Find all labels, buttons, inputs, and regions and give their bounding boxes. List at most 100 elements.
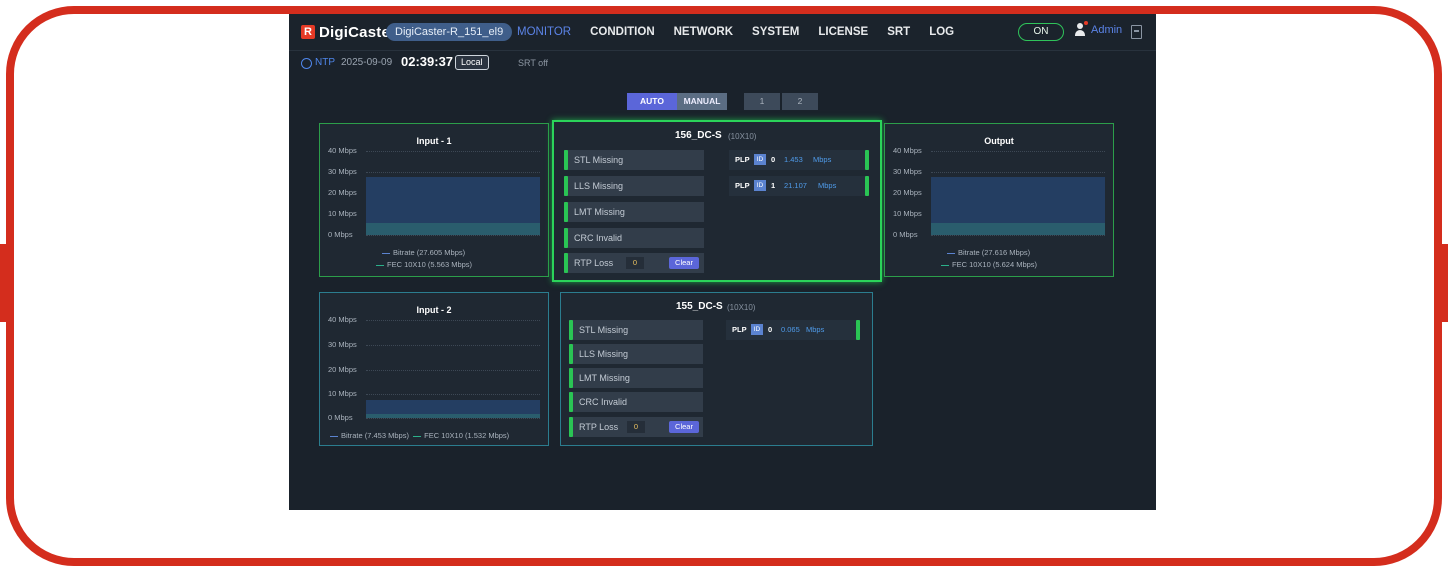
y-tick-0: 0 Mbps <box>328 413 353 422</box>
output-panel: Output 40 Mbps 30 Mbps 20 Mbps 10 Mbps 0… <box>884 123 1114 277</box>
main-nav: MONITOR CONDITION NETWORK SYSTEM LICENSE… <box>517 23 954 41</box>
app-screen: R DigiCaster DigiCaster-R_151_el9 MONITO… <box>289 14 1156 510</box>
gridline <box>366 394 540 395</box>
status-label: LMT Missing <box>574 207 625 217</box>
ok-indicator <box>564 228 568 248</box>
y-tick-40: 40 Mbps <box>328 315 357 324</box>
page-1-button[interactable]: 1 <box>744 93 780 110</box>
input-2-panel: Input - 2 40 Mbps 30 Mbps 20 Mbps 10 Mbp… <box>319 292 549 446</box>
nav-log[interactable]: LOG <box>929 23 954 41</box>
local-time-button[interactable]: Local <box>455 55 489 70</box>
plp-row: PLP ID 0 0.065 Mbps <box>726 320 860 340</box>
status-label: LLS Missing <box>579 349 629 359</box>
rtp-loss-value: 0 <box>626 257 644 269</box>
y-tick-10: 10 Mbps <box>328 389 357 398</box>
crc-invalid-row: CRC Invalid <box>569 392 703 412</box>
legend-bitrate-text: Bitrate (27.605 Mbps) <box>393 248 466 257</box>
gridline <box>366 151 540 152</box>
lls-missing-row: LLS Missing <box>569 344 703 364</box>
gridline <box>931 172 1105 173</box>
stl-missing-row: STL Missing <box>569 320 703 340</box>
mode-switch: AUTO MANUAL <box>627 93 727 110</box>
nav-monitor[interactable]: MONITOR <box>517 23 571 41</box>
ok-indicator <box>569 368 573 388</box>
notification-dot <box>1084 21 1088 25</box>
stream-1-panel: 156_DC-S (10X10) STL Missing LLS Missing… <box>552 120 882 282</box>
clear-button[interactable]: Clear <box>669 421 699 433</box>
y-tick-20: 20 Mbps <box>893 188 922 197</box>
plp-id-badge: ID <box>754 180 766 191</box>
bitrate-swatch <box>947 252 955 254</box>
ok-indicator <box>856 320 860 340</box>
stream-1-name: 156_DC-S <box>675 130 722 141</box>
nav-license[interactable]: LICENSE <box>818 23 868 41</box>
bitrate-swatch <box>330 435 338 437</box>
user-name[interactable]: Admin <box>1091 24 1122 36</box>
plp-unit: Mbps <box>813 155 832 164</box>
logo: R DigiCaster <box>301 23 396 41</box>
stream-1-fec: (10X10) <box>728 132 757 141</box>
manual-mode-button[interactable]: MANUAL <box>677 93 727 110</box>
ntp-label: NTP <box>315 57 335 68</box>
device-name-pill[interactable]: DigiCaster-R_151_el9 <box>386 23 513 41</box>
power-toggle[interactable]: ON <box>1018 23 1064 41</box>
ok-indicator <box>569 344 573 364</box>
nav-condition[interactable]: CONDITION <box>590 23 655 41</box>
lmt-missing-row: LMT Missing <box>564 202 704 222</box>
page-2-button[interactable]: 2 <box>782 93 818 110</box>
fec-area <box>931 223 1105 235</box>
frame-left-tab <box>0 244 8 322</box>
plp-unit: Mbps <box>806 325 825 334</box>
srt-status: SRT off <box>518 58 549 68</box>
gridline <box>931 151 1105 152</box>
nav-system[interactable]: SYSTEM <box>752 23 799 41</box>
plp-bitrate: 0.065 <box>781 325 800 334</box>
input-1-title: Input - 1 <box>416 136 452 146</box>
auto-mode-button[interactable]: AUTO <box>627 93 677 110</box>
y-tick-30: 30 Mbps <box>328 340 357 349</box>
plp-id-badge: ID <box>754 154 766 165</box>
plp-row: PLP ID 1 21.107 Mbps <box>729 176 869 196</box>
y-tick-10: 10 Mbps <box>893 209 922 218</box>
nav-network[interactable]: NETWORK <box>674 23 733 41</box>
y-tick-40: 40 Mbps <box>893 146 922 155</box>
legend-fec: FEC 10X10 (5.563 Mbps) <box>376 260 472 269</box>
rtp-loss-row: RTP Loss 0 Clear <box>569 417 703 437</box>
ok-indicator <box>564 202 568 222</box>
y-tick-30: 30 Mbps <box>328 167 357 176</box>
nav-srt[interactable]: SRT <box>887 23 910 41</box>
y-tick-20: 20 Mbps <box>328 365 357 374</box>
status-label: RTP Loss <box>574 258 614 268</box>
legend-bitrate-text: Bitrate (27.616 Mbps) <box>958 248 1031 257</box>
logo-text: DigiCaster <box>319 23 397 41</box>
plp-id-badge: ID <box>751 324 763 335</box>
crc-invalid-row: CRC Invalid <box>564 228 704 248</box>
fec-swatch <box>941 264 949 266</box>
user-icon <box>1074 21 1088 36</box>
ok-indicator <box>564 253 568 273</box>
plp-id-value: 0 <box>771 155 776 164</box>
status-label: RTP Loss <box>579 422 619 432</box>
user-menu[interactable]: Admin <box>1074 21 1122 36</box>
status-label: CRC Invalid <box>579 397 628 407</box>
gridline <box>366 345 540 346</box>
legend-fec-text: FEC 10X10 (1.532 Mbps) <box>424 431 510 440</box>
legend-fec-text: FEC 10X10 (5.563 Mbps) <box>387 260 473 269</box>
rtp-loss-value: 0 <box>627 421 645 433</box>
ok-indicator <box>564 176 568 196</box>
fec-swatch <box>413 435 422 437</box>
lmt-missing-row: LMT Missing <box>569 368 703 388</box>
y-tick-10: 10 Mbps <box>328 209 357 218</box>
logout-icon[interactable] <box>1131 25 1142 39</box>
frame-right-tab <box>1440 244 1448 322</box>
legend-bitrate-text: Bitrate (7.453 Mbps) <box>341 431 409 440</box>
plp-label: PLP <box>732 325 747 334</box>
status-label: LLS Missing <box>574 181 624 191</box>
plp-label: PLP <box>735 181 750 190</box>
plp-id-value: 1 <box>771 181 776 190</box>
clock-icon <box>301 58 312 69</box>
rtp-loss-row: RTP Loss 0 Clear <box>564 253 704 273</box>
status-label: LMT Missing <box>579 373 630 383</box>
clear-button[interactable]: Clear <box>669 257 699 269</box>
ok-indicator <box>865 176 869 196</box>
